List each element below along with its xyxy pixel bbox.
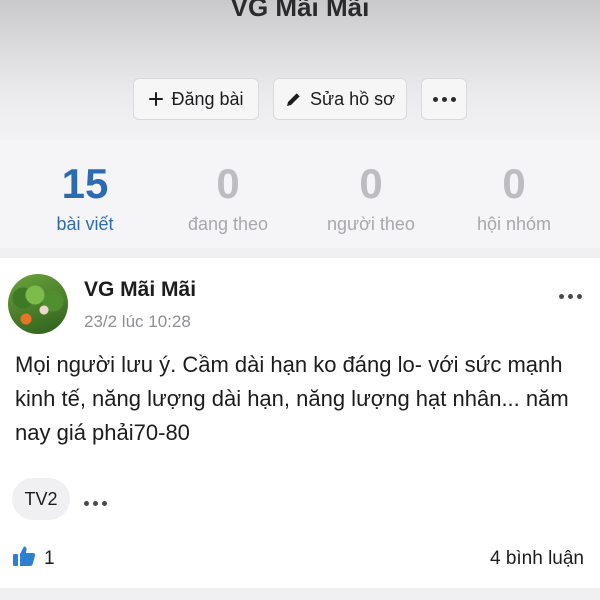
stock-tag[interactable]: TV2 bbox=[12, 478, 70, 520]
stat-posts[interactable]: 15 bài viết bbox=[10, 140, 160, 235]
stat-followers-count: 0 bbox=[359, 160, 383, 207]
profile-name: VG Mãi Mãi bbox=[230, 0, 370, 22]
edit-profile-label: Sửa hồ sơ bbox=[310, 88, 395, 109]
post-more-button[interactable] bbox=[559, 286, 582, 304]
stat-followers[interactable]: 0 người theo bbox=[296, 140, 446, 235]
new-post-label: Đăng bài bbox=[171, 88, 244, 109]
stat-groups-count: 0 bbox=[502, 160, 526, 207]
profile-stats: 15 bài viết 0 đang theo 0 người theo 0 h… bbox=[0, 140, 600, 248]
divider bbox=[0, 588, 600, 600]
more-dots-icon bbox=[559, 294, 582, 299]
more-dots-icon bbox=[432, 96, 456, 102]
profile-header: VG Mãi Mãi Đăng bài Sửa hồ sơ bbox=[0, 0, 600, 140]
stat-groups[interactable]: 0 hội nhóm bbox=[439, 140, 589, 235]
stat-following-label: đang theo bbox=[187, 214, 269, 234]
pencil-icon bbox=[285, 90, 303, 108]
stat-following[interactable]: 0 đang theo bbox=[153, 140, 303, 235]
edit-profile-button[interactable]: Sửa hồ sơ bbox=[273, 78, 407, 120]
stat-posts-count: 15 bbox=[61, 160, 109, 207]
stat-followers-label: người theo bbox=[327, 214, 415, 234]
more-dots-icon bbox=[84, 501, 107, 506]
comments-link[interactable]: 4 bình luận bbox=[490, 548, 584, 570]
stat-following-count: 0 bbox=[216, 160, 240, 207]
avatar[interactable] bbox=[8, 274, 68, 334]
tag-more-button[interactable] bbox=[84, 493, 107, 511]
post-content: Mọi người lưu ý. Cầm dài hạn ko đáng lo-… bbox=[15, 352, 569, 445]
stat-groups-label: hội nhóm bbox=[476, 214, 552, 234]
post-card: VG Mãi Mãi 23/2 lúc 10:28 Mọi người lưu … bbox=[0, 258, 600, 588]
post-timestamp: 23/2 lúc 10:28 bbox=[84, 312, 191, 331]
post-author[interactable]: VG Mãi Mãi bbox=[84, 278, 196, 302]
like-count: 1 bbox=[44, 547, 55, 569]
plus-icon bbox=[148, 91, 164, 107]
thumbs-up-icon bbox=[12, 545, 36, 572]
like-button[interactable]: 1 bbox=[12, 545, 55, 572]
profile-more-button[interactable] bbox=[421, 78, 467, 120]
stat-posts-label: bài viết bbox=[56, 214, 114, 234]
new-post-button[interactable]: Đăng bài bbox=[133, 78, 259, 120]
